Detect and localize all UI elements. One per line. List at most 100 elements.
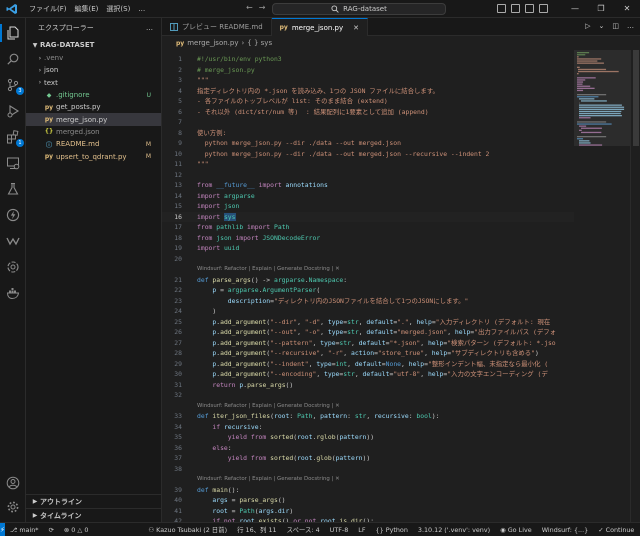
code-text: args = parse_args() <box>212 496 286 504</box>
editor-scrollbar[interactable] <box>630 50 640 522</box>
minimize-button[interactable]: — <box>562 0 588 18</box>
tree-folder[interactable]: › text <box>26 77 161 89</box>
cursor-position[interactable]: 行 16、列 11 <box>232 525 282 534</box>
run-python-file-icon[interactable]: ▷ <box>585 22 590 30</box>
windsurf-icon[interactable] <box>4 232 22 250</box>
command-center-search[interactable]: RAG-dataset <box>272 3 446 15</box>
code-text: p.add_argument("--out", "-o", type=str, … <box>212 328 556 336</box>
explorer-more-button[interactable]: … <box>146 24 153 32</box>
go-live-button[interactable]: ◉ Go Live <box>495 526 537 534</box>
thunder-icon[interactable] <box>4 206 22 224</box>
breadcrumb-file[interactable]: merge_json.py <box>187 39 238 47</box>
line-number: 19 <box>174 244 182 252</box>
menu-item[interactable]: ファイル(F) <box>25 0 71 18</box>
close-icon[interactable]: ✕ <box>353 24 359 32</box>
tab-merge-json[interactable]: py merge_json.py ✕ <box>271 18 368 36</box>
tree-file[interactable]: ◆ .gitignore U <box>26 89 161 101</box>
search-text: RAG-dataset <box>343 5 387 13</box>
line-number: 6 <box>178 107 182 116</box>
branch-status[interactable]: ⎇ main* <box>5 526 44 534</box>
tab-readme-preview[interactable]: プレビュー README.md <box>162 18 272 36</box>
code-editor[interactable]: 1 #!/usr/bin/env python3 2 # merge_json.py 3… <box>162 50 574 522</box>
language-status[interactable]: {} Python <box>371 526 413 534</box>
testing-icon[interactable] <box>4 180 22 198</box>
chevron-right-icon: › <box>38 54 42 62</box>
timeline-section[interactable]: ▶ タイムライン <box>26 508 161 522</box>
menu-item[interactable]: 選択(S) <box>102 0 134 18</box>
toggle-secondary-sidebar-icon[interactable] <box>525 4 534 13</box>
tree-item-label: text <box>44 78 58 87</box>
minimap[interactable] <box>574 50 630 522</box>
code-lens[interactable]: Windsurf: Refactor | Explain | Generate … <box>162 264 574 275</box>
search-icon[interactable] <box>4 50 22 68</box>
eol-status[interactable]: LF <box>353 526 370 534</box>
code-text: yield from sorted(root.rglob(pattern)) <box>227 433 375 441</box>
tree-file[interactable]: py get_posts.py <box>26 101 161 113</box>
braces-icon: {} <box>375 525 384 534</box>
interpreter-status[interactable]: 3.10.12 ('.venv': venv) <box>413 526 495 534</box>
git-blame-status[interactable]: ⚇ Kazuo Tsubaki (2 日前) <box>143 525 232 534</box>
customize-layout-icon[interactable] <box>539 4 548 13</box>
code-lens[interactable]: Windsurf: Refactor | Explain | Generate … <box>162 401 574 412</box>
check-icon: ✓ <box>598 525 604 534</box>
chevron-right-icon: › <box>38 66 42 74</box>
menu-item[interactable]: 編集(E) <box>71 0 103 18</box>
code-line: 17 from pathlib import Path <box>162 222 574 233</box>
problems-status[interactable]: ⊗ 0 △ 0 <box>59 526 94 534</box>
minimap-slider[interactable] <box>574 50 630 146</box>
tree-folder[interactable]: › json <box>26 64 161 76</box>
code-line: 40 args = parse_args() <box>162 495 574 506</box>
line-number: 23 <box>174 296 182 305</box>
toggle-panel-icon[interactable] <box>511 4 520 13</box>
scrollbar-thumb[interactable] <box>633 50 639 146</box>
run-dropdown-chevron-icon[interactable]: ⌄ <box>599 22 605 30</box>
sync-icon[interactable]: ⟳ <box>44 526 59 534</box>
code-text: p.add_argument("--encoding", type=str, d… <box>212 370 548 378</box>
code-text: from __future__ import annotations <box>197 181 328 189</box>
extensions-icon[interactable]: 1 <box>4 128 24 147</box>
code-text: # merge_json.py <box>197 65 255 74</box>
code-text: 使い方例: <box>197 128 227 137</box>
code-line: 3 """ <box>162 75 574 86</box>
forward-arrow-icon[interactable]: → <box>259 3 266 12</box>
outline-section[interactable]: ▶ アウトライン <box>26 494 161 508</box>
manage-gear-icon[interactable] <box>4 498 22 516</box>
run-debug-icon[interactable] <box>4 102 22 120</box>
code-text: Windsurf: Refactor | Explain | Generate … <box>197 266 340 272</box>
workspace-folder-header[interactable]: ▼ RAG-DATASET <box>26 38 161 52</box>
code-text: p.add_argument("--dir", "-d", type=str, … <box>212 317 551 326</box>
tree-file[interactable]: py merge_json.py <box>26 113 161 126</box>
code-text: def parse_args() -> argparse.Namespace: <box>197 275 348 284</box>
broadcast-icon: ◉ <box>500 525 506 534</box>
explorer-icon[interactable] <box>0 24 22 42</box>
more-actions-icon[interactable]: … <box>627 22 634 30</box>
extensions-badge: 1 <box>16 139 24 147</box>
tree-file[interactable]: {} merged.json <box>26 126 161 138</box>
toggle-sidebar-icon[interactable] <box>497 4 506 13</box>
tree-file[interactable]: ⓘ README.md M <box>26 138 161 150</box>
indentation-status[interactable]: スペース: 4 <box>282 525 325 534</box>
code-line: 27 p.add_argument("--pattern", type=str,… <box>162 338 574 349</box>
openai-icon[interactable] <box>4 258 22 276</box>
encoding-status[interactable]: UTF-8 <box>325 526 354 534</box>
docker-icon[interactable] <box>4 284 22 302</box>
tree-folder[interactable]: › .venv <box>26 52 161 64</box>
line-number: 8 <box>178 128 182 137</box>
account-icon[interactable] <box>4 474 22 492</box>
menu-item[interactable]: … <box>134 0 149 18</box>
code-lens[interactable]: Windsurf: Refactor | Explain | Generate … <box>162 474 574 485</box>
error-count: 0 <box>71 525 76 534</box>
windsurf-status[interactable]: Windsurf: {...} <box>537 526 594 534</box>
tree-file[interactable]: py upsert_to_qdrant.py M <box>26 150 161 162</box>
menu-bar: ファイル(F) 編集(E) 選択(S)… <box>25 0 149 18</box>
back-arrow-icon[interactable]: ← <box>246 3 253 12</box>
source-control-icon[interactable]: 3 <box>4 76 24 95</box>
close-window-button[interactable]: ✕ <box>614 0 640 18</box>
tree-item-label: merged.json <box>56 127 100 136</box>
remote-explorer-icon[interactable] <box>4 154 22 172</box>
maximize-button[interactable]: ❐ <box>588 0 614 18</box>
continue-status[interactable]: ✓ Continue <box>593 526 639 534</box>
breadcrumb-symbol[interactable]: { } sys <box>247 39 272 47</box>
split-editor-icon[interactable]: ◫ <box>612 22 619 30</box>
code-text: - それ以外 (dict/str/num 等) : 結果配列に1要素として追加 … <box>197 107 429 116</box>
